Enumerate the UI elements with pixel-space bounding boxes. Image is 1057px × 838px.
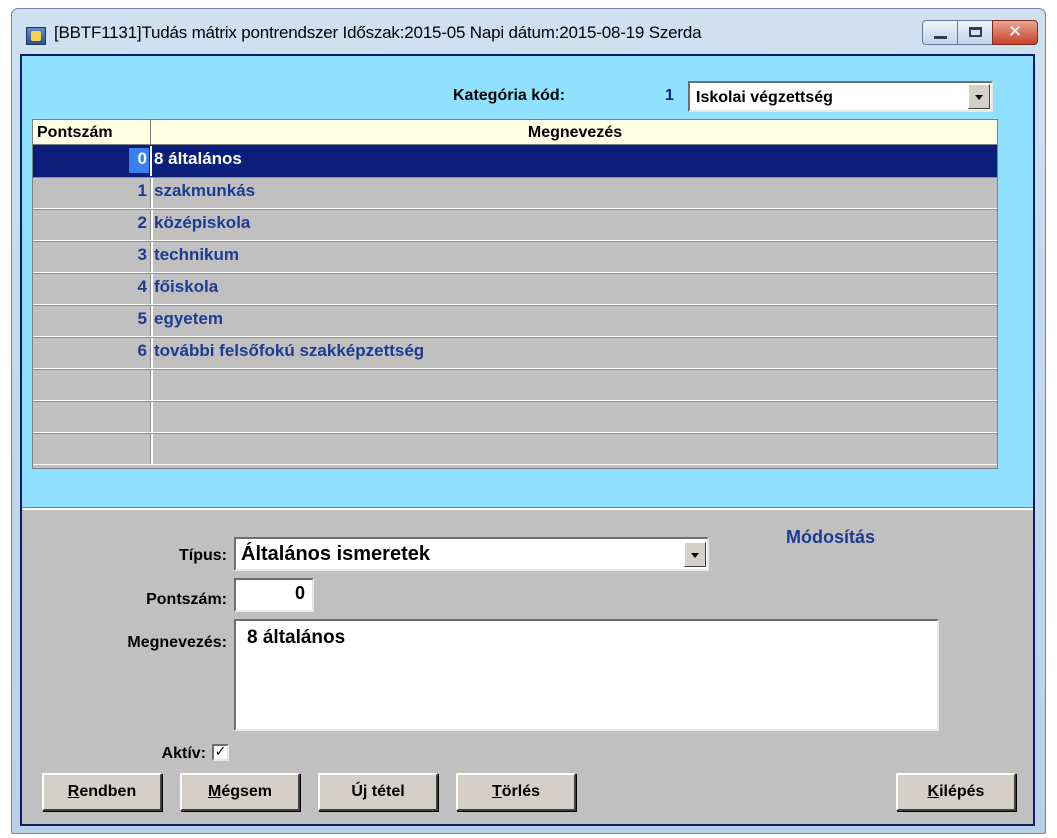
tipus-select-value: Általános ismeretek (241, 543, 430, 565)
cell-pontszam[interactable]: 3 (33, 245, 147, 265)
table-row[interactable] (33, 401, 997, 433)
aktiv-label: Aktív: (161, 745, 206, 762)
cell-pontszam[interactable]: 1 (33, 181, 147, 201)
megnevezes-label: Megnevezés: (127, 634, 227, 651)
kilepes-accel: K (927, 783, 940, 800)
minimize-icon (934, 36, 947, 39)
cell-megnevezes[interactable]: technikum (154, 245, 239, 265)
torles-label: örlés (501, 783, 541, 800)
grid-header: Pontszám Megnevezés (33, 120, 997, 145)
cell-pontszam[interactable]: 5 (33, 309, 147, 329)
chevron-down-icon[interactable] (968, 84, 990, 109)
column-header-pontszam[interactable]: Pontszám (37, 124, 113, 142)
column-divider (150, 338, 153, 368)
mode-indicator: Módosítás (786, 527, 876, 547)
points-grid: Pontszám Megnevezés 0 8 általános 1 szakmun… (32, 119, 998, 469)
uj-tetel-label: Új tétel (351, 783, 405, 800)
window-title: [BBTF1131]Tudás mátrix pontrendszer Idős… (54, 23, 702, 42)
column-divider (150, 210, 153, 240)
column-header-megnevezes[interactable]: Megnevezés (153, 124, 997, 142)
check-icon: ✓ (214, 744, 227, 760)
app-icon[interactable] (26, 27, 46, 45)
table-row[interactable]: 5 egyetem (33, 305, 997, 337)
cell-megnevezes[interactable]: középiskola (154, 213, 250, 233)
category-select-value: Iskolai végzettség (696, 89, 833, 106)
table-row[interactable] (33, 433, 997, 465)
torles-accel: T (491, 783, 502, 800)
table-row[interactable]: 1 szakmunkás (33, 177, 997, 209)
pontszam-field[interactable]: 0 (234, 578, 314, 612)
maximize-icon (969, 27, 982, 37)
tipus-select[interactable]: Általános ismeretek (234, 537, 709, 571)
cell-megnevezes[interactable]: szakmunkás (154, 181, 255, 201)
cell-megnevezes[interactable]: főiskola (154, 277, 218, 297)
table-row[interactable]: 6 további felsőfokú szakképzettség (33, 337, 997, 369)
chevron-down-icon[interactable] (684, 542, 706, 567)
cell-megnevezes[interactable]: 8 általános (154, 149, 242, 169)
cell-pontszam[interactable]: 0 (33, 149, 147, 169)
column-divider (150, 242, 153, 272)
megsem-label: égsem (221, 783, 273, 800)
column-divider (150, 434, 153, 464)
column-divider (150, 274, 153, 304)
table-row[interactable]: 4 főiskola (33, 273, 997, 305)
list-panel: Kategória kód: 1 Iskolai végzettség Pont… (22, 56, 1033, 507)
column-divider (150, 120, 151, 145)
pontszam-field-value: 0 (294, 583, 305, 603)
rendben-label: endben (79, 783, 137, 800)
rendben-button[interactable]: Rendben (42, 773, 162, 811)
close-icon: ✕ (1007, 22, 1023, 42)
megsem-accel: M (207, 783, 222, 800)
table-row[interactable]: 2 középiskola (33, 209, 997, 241)
cell-megnevezes[interactable]: további felsőfokú szakképzettség (154, 341, 424, 361)
column-divider (150, 146, 152, 176)
cell-megnevezes[interactable]: egyetem (154, 309, 223, 329)
kilepes-label: ilépés (939, 783, 985, 800)
panel-separator (22, 507, 1033, 510)
close-button[interactable]: ✕ (992, 20, 1038, 45)
table-row[interactable] (33, 369, 997, 401)
megnevezes-field-value: 8 általános (247, 627, 346, 648)
kilepes-button[interactable]: Kilépés (896, 773, 1016, 811)
category-select[interactable]: Iskolai végzettség (688, 81, 993, 112)
category-code-value: 1 (665, 87, 674, 104)
aktiv-checkbox[interactable]: ✓ (212, 744, 229, 761)
megsem-button[interactable]: Mégsem (180, 773, 300, 811)
table-row[interactable]: 0 8 általános (33, 145, 997, 177)
window-controls: ✕ (922, 20, 1038, 49)
column-divider (150, 306, 153, 336)
column-divider (150, 370, 153, 400)
client-area: Kategória kód: 1 Iskolai végzettség Pont… (20, 54, 1035, 826)
cell-pontszam[interactable]: 6 (33, 341, 147, 361)
torles-button[interactable]: Törlés (456, 773, 576, 811)
pontszam-label: Pontszám: (146, 591, 227, 608)
application-window: [BBTF1131]Tudás mátrix pontrendszer Idős… (11, 8, 1046, 834)
column-divider (150, 178, 153, 208)
table-row[interactable]: 3 technikum (33, 241, 997, 273)
grid-bottom (33, 465, 997, 468)
title-bar[interactable]: [BBTF1131]Tudás mátrix pontrendszer Idős… (12, 9, 1045, 54)
category-code-label: Kategória kód: (453, 87, 566, 104)
column-divider (150, 402, 153, 432)
megnevezes-field[interactable]: 8 általános (234, 619, 939, 731)
cell-pontszam[interactable]: 4 (33, 277, 147, 297)
cell-pontszam[interactable]: 2 (33, 213, 147, 233)
uj-tetel-button[interactable]: Új tétel (318, 773, 438, 811)
maximize-button[interactable] (957, 20, 993, 45)
rendben-accel: R (67, 783, 80, 800)
minimize-button[interactable] (922, 20, 958, 45)
tipus-label: Típus: (179, 547, 227, 564)
